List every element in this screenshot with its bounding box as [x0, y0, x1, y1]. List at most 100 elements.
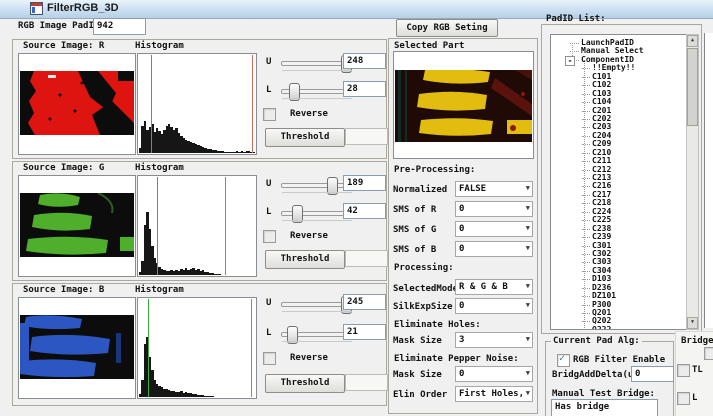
normalized-combo[interactable]: FALSE▼: [455, 181, 533, 197]
holes-mask-size-combo[interactable]: 3▼: [455, 332, 533, 348]
tree-item[interactable]: C224: [551, 208, 687, 216]
selected-part-title: Selected Part: [394, 41, 464, 51]
elim-order-combo[interactable]: First Holes,▼: [455, 386, 533, 402]
manual-test-bridge-field[interactable]: Has bridge: [551, 399, 658, 416]
tree-item[interactable]: C213: [551, 174, 687, 182]
selected-part-image: [393, 51, 534, 159]
tree-item[interactable]: C238: [551, 225, 687, 233]
threshold-button[interactable]: Threshold: [265, 374, 345, 393]
tree-item[interactable]: DZ101: [551, 292, 687, 300]
pad-id-value-field[interactable]: 942: [93, 18, 146, 35]
source-image-g-panel: Source Image: G Histogram U 189 L 42 Rev…: [12, 161, 387, 281]
slider-thumb[interactable]: [292, 205, 303, 223]
bridge-l-checkbox[interactable]: [677, 392, 690, 405]
rgb-filter-enable-checkbox[interactable]: ✓: [557, 354, 570, 367]
bridge-tl-checkbox[interactable]: [677, 364, 690, 377]
threshold-result-box: [345, 128, 388, 145]
reverse-label: Reverse: [290, 109, 328, 119]
tree-item[interactable]: C211: [551, 157, 687, 165]
lower-slider-label: L: [266, 207, 271, 217]
tree-item[interactable]: Q201: [551, 309, 687, 317]
tree-item[interactable]: C204: [551, 132, 687, 140]
tree-item[interactable]: P300: [551, 301, 687, 309]
chevron-down-icon: ▼: [526, 370, 530, 377]
tree-item[interactable]: D236: [551, 284, 687, 292]
tree-item[interactable]: Q222: [551, 326, 687, 330]
tree-item[interactable]: C202: [551, 115, 687, 123]
bridge-add-delta-field[interactable]: 0: [631, 366, 674, 382]
title-bar[interactable]: FilterRGB_3D: [0, 0, 713, 19]
threshold-button[interactable]: Threshold: [265, 128, 345, 147]
tree-item[interactable]: C218: [551, 199, 687, 207]
current-pad-alg-title: Current Pad Alg:: [551, 336, 642, 346]
histogram-upper-line: [252, 55, 253, 153]
pad-id-label: RGB Image PadID:: [18, 21, 105, 31]
histogram-lower-line: [151, 55, 152, 153]
bridge-tl-label: TL: [692, 365, 703, 375]
tree-item[interactable]: Q202: [551, 317, 687, 325]
sms-of-g-combo[interactable]: 0▼: [455, 221, 533, 237]
copy-rgb-setting-button[interactable]: Copy RGB Seting: [396, 19, 498, 37]
tree-item[interactable]: C225: [551, 216, 687, 224]
scrollbar-thumb[interactable]: [687, 48, 698, 126]
tree-item[interactable]: C103: [551, 90, 687, 98]
tree-item[interactable]: C203: [551, 123, 687, 131]
tree-scrollbar[interactable]: ▲ ▼: [686, 34, 699, 330]
lower-threshold-field[interactable]: 21: [343, 324, 386, 340]
tree-item[interactable]: C216: [551, 182, 687, 190]
histogram-bars: [139, 301, 255, 397]
lower-threshold-field[interactable]: 28: [343, 81, 386, 97]
lower-threshold-field[interactable]: 42: [343, 203, 386, 219]
tree-item[interactable]: C104: [551, 98, 687, 106]
normalized-label: Normalized: [393, 185, 447, 195]
reverse-checkbox[interactable]: [263, 230, 276, 243]
filter-rgb-window: FilterRGB_3D RGB Image PadID: 942 Copy R…: [0, 0, 713, 416]
rgb-filter-enable-label: RGB Filter Enable: [573, 355, 665, 365]
slider-thumb[interactable]: [327, 177, 338, 195]
selected-mode-combo[interactable]: R & G & B▼: [455, 279, 533, 295]
reverse-label: Reverse: [290, 231, 328, 241]
tree-item[interactable]: C210: [551, 149, 687, 157]
tree-item[interactable]: C209: [551, 140, 687, 148]
tree-item[interactable]: C217: [551, 191, 687, 199]
sms-of-r-label: SMS of R: [393, 205, 436, 215]
source-image-g: [18, 175, 136, 277]
tree-item[interactable]: C301: [551, 242, 687, 250]
sms-of-b-combo[interactable]: 0▼: [455, 241, 533, 257]
tree-item[interactable]: D103: [551, 275, 687, 283]
source-image-r: [18, 53, 136, 155]
sms-of-r-combo[interactable]: 0▼: [455, 201, 533, 217]
scroll-down-icon[interactable]: ▼: [687, 317, 698, 329]
tree-item[interactable]: C212: [551, 166, 687, 174]
scroll-up-icon[interactable]: ▲: [687, 35, 698, 47]
tree-item[interactable]: C102: [551, 81, 687, 89]
reverse-checkbox[interactable]: [263, 352, 276, 365]
tree-item[interactable]: C304: [551, 267, 687, 275]
source-image-b-panel: Source Image: B Histogram U 245 L 21 Rev…: [12, 283, 387, 406]
histogram-lower-line: [148, 299, 149, 397]
tree-item[interactable]: C239: [551, 233, 687, 241]
pre-processing-title: Pre-Processing:: [394, 165, 475, 175]
upper-threshold-field[interactable]: 245: [343, 294, 386, 310]
processing-title: Processing:: [394, 263, 454, 273]
slider-thumb[interactable]: [289, 83, 300, 101]
silk-exp-size-combo[interactable]: 0▼: [455, 298, 533, 314]
chevron-down-icon: ▼: [526, 390, 530, 397]
reverse-checkbox[interactable]: [263, 108, 276, 121]
tree-item[interactable]: !!Empty!!: [551, 64, 687, 72]
tree-item[interactable]: C302: [551, 250, 687, 258]
tree-item[interactable]: C201: [551, 107, 687, 115]
histogram-bars: [139, 57, 255, 153]
slider-thumb[interactable]: [287, 326, 298, 344]
tree-item[interactable]: C101: [551, 73, 687, 81]
bridge-cut-checkbox[interactable]: [704, 347, 713, 360]
panel-title: Source Image: G: [23, 163, 104, 173]
upper-threshold-field[interactable]: 248: [343, 53, 386, 69]
upper-threshold-field[interactable]: 189: [343, 175, 386, 191]
threshold-button[interactable]: Threshold: [265, 250, 345, 269]
eliminate-holes-title: Eliminate Holes:: [394, 320, 481, 330]
tree-item[interactable]: C303: [551, 258, 687, 266]
padid-tree-box: LaunchPadIDManual Select-ComponentID!!Em…: [550, 34, 688, 330]
chevron-down-icon: ▼: [526, 245, 530, 252]
pepper-mask-size-combo[interactable]: 0▼: [455, 366, 533, 382]
